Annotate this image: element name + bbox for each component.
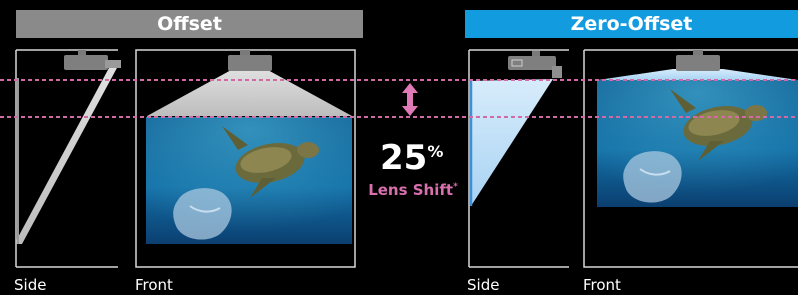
offset-side-label: Side xyxy=(14,276,47,294)
lens-shift-value: 25 xyxy=(380,138,428,178)
zero-offset-side-label: Side xyxy=(467,276,500,294)
zero-offset-front-label: Front xyxy=(583,276,621,294)
zero-offset-side-view xyxy=(468,49,569,268)
lens-shift-footnote-mark: * xyxy=(453,182,458,192)
zero-offset-side-projector-icon xyxy=(508,51,562,78)
offset-front-projector-icon xyxy=(228,50,272,71)
lens-shift-label-block: Lens Shift* xyxy=(358,181,468,199)
offset-projected-image xyxy=(146,117,352,244)
zero-offset-projected-image xyxy=(597,80,798,207)
lens-shift-label: Lens Shift xyxy=(368,181,454,199)
lens-shift-unit: % xyxy=(427,142,444,161)
lens-shift-arrow-icon xyxy=(402,83,418,116)
lens-shift-value-block: 25% xyxy=(380,138,450,178)
zero-offset-front-projector-icon xyxy=(676,50,720,71)
offset-front-label: Front xyxy=(135,276,173,294)
offset-side-projector-icon xyxy=(64,50,121,70)
offset-side-view xyxy=(15,49,118,268)
